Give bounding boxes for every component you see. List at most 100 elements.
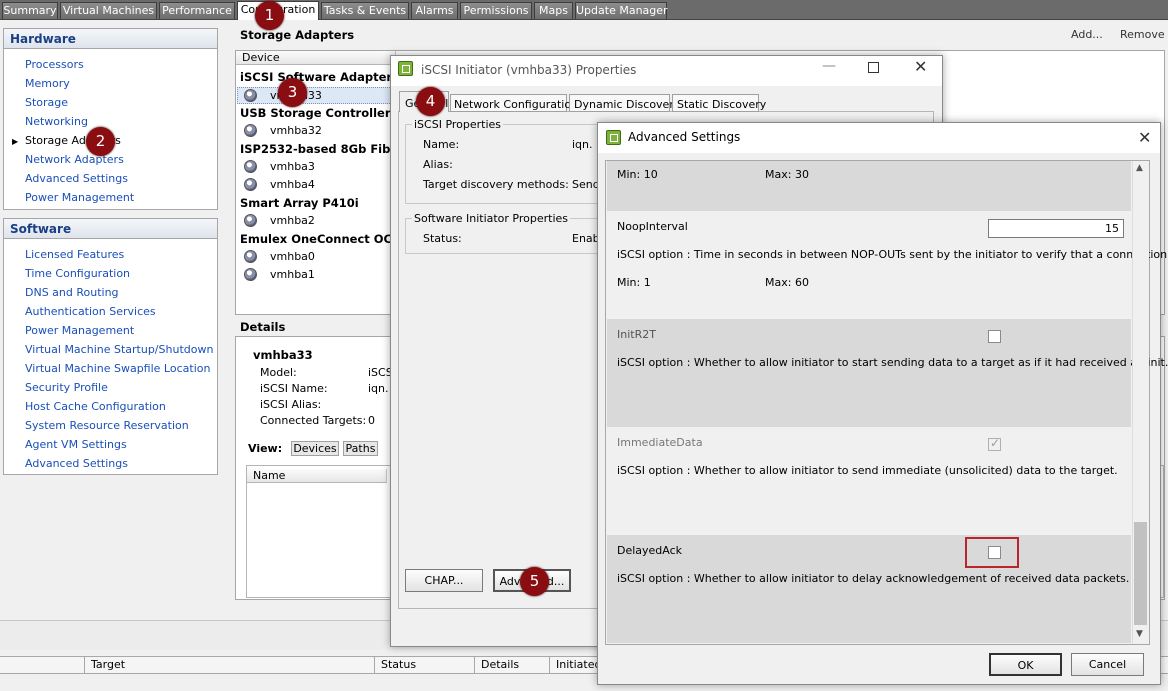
tab-update-manager[interactable]: Update Manager	[575, 2, 668, 19]
delayedack-name: DelayedAck	[617, 544, 683, 557]
noopinterval-input[interactable]: 15	[988, 219, 1124, 238]
details-iscsi-alias-label: iSCSI Alias:	[260, 398, 322, 411]
software-header: Software	[4, 219, 217, 239]
minimize-icon[interactable]: —	[822, 58, 836, 74]
nav-storage[interactable]: Storage	[25, 96, 68, 109]
initr2t-name: InitR2T	[617, 328, 656, 341]
add-link[interactable]: Add...	[1071, 28, 1103, 41]
col-blank[interactable]	[0, 657, 85, 673]
nav-sw-power-management[interactable]: Power Management	[25, 324, 134, 337]
chap-button[interactable]: CHAP...	[405, 569, 483, 592]
delayedack-desc: iSCSI option : Whether to allow initiato…	[617, 572, 1130, 585]
immediatedata-name: ImmediateData	[617, 436, 703, 449]
nav-authentication-services[interactable]: Authentication Services	[25, 305, 156, 318]
scroll-up-icon[interactable]: ▲	[1136, 163, 1143, 173]
col-device[interactable]: Device	[236, 51, 396, 65]
details-connected-targets-value: 0	[368, 414, 375, 427]
noopinterval-max: Max: 60	[765, 276, 809, 289]
nav-system-resource-reservation[interactable]: System Resource Reservation	[25, 419, 189, 432]
nav-vm-swapfile-location[interactable]: Virtual Machine Swapfile Location	[25, 362, 210, 375]
details-model-value: iSCS	[368, 366, 393, 379]
iscsi-window-titlebar: iSCSI Initiator (vmhba33) Properties	[391, 56, 942, 86]
nav-agent-vm-settings[interactable]: Agent VM Settings	[25, 438, 127, 451]
nav-hw-advanced-settings[interactable]: Advanced Settings	[25, 172, 128, 185]
first-max: Max: 30	[765, 168, 809, 181]
device-vmhba3[interactable]: vmhba3	[270, 160, 315, 173]
details-iscsi-name-label: iSCSI Name:	[260, 382, 328, 395]
setting-row-first	[607, 161, 1131, 211]
initr2t-checkbox[interactable]	[988, 330, 1001, 343]
callout-5: 5	[520, 567, 549, 596]
tab-network-configuration[interactable]: Network Configuration	[450, 94, 578, 112]
immediatedata-checkbox[interactable]	[988, 436, 1001, 451]
nav-sw-advanced-settings[interactable]: Advanced Settings	[25, 457, 128, 470]
initr2t-desc: iSCSI option : Whether to allow initiato…	[617, 356, 1168, 369]
tab-static-discovery[interactable]: Static Discovery	[672, 94, 766, 112]
delayedack-checkbox[interactable]	[988, 546, 1001, 559]
details-title: Details	[240, 320, 286, 334]
iscsi-name-label: Name:	[423, 138, 460, 151]
scrollbar-thumb[interactable]	[1134, 522, 1147, 625]
close-icon[interactable]: ✕	[914, 57, 927, 76]
iscsi-alias-label: Alias:	[423, 158, 453, 171]
device-vmhba0[interactable]: vmhba0	[270, 250, 315, 263]
tab-permissions[interactable]: Permissions	[460, 2, 532, 19]
callout-3: 3	[278, 78, 307, 107]
adapter-group-smart-array: Smart Array P410i	[240, 196, 359, 210]
nav-host-cache-configuration[interactable]: Host Cache Configuration	[25, 400, 166, 413]
hba-icon	[244, 160, 257, 173]
nav-licensed-features[interactable]: Licensed Features	[25, 248, 124, 261]
status-label: Status:	[423, 232, 462, 245]
hba-icon	[244, 268, 257, 281]
status-value: Enab	[572, 232, 600, 245]
col-status[interactable]: Status	[375, 657, 475, 673]
device-vmhba32[interactable]: vmhba32	[270, 124, 322, 137]
nav-security-profile[interactable]: Security Profile	[25, 381, 108, 394]
tab-virtual-machines[interactable]: Virtual Machines	[60, 2, 157, 19]
noopinterval-desc: iSCSI option : Time in seconds in betwee…	[617, 248, 1168, 261]
selected-arrow-icon: ▶	[12, 137, 19, 146]
maximize-icon[interactable]	[868, 62, 879, 73]
tab-dynamic-discovery[interactable]: Dynamic Discovery	[569, 94, 680, 112]
col-initiated[interactable]: Initiated	[550, 657, 601, 673]
discovery-methods-label: Target discovery methods:	[423, 178, 569, 191]
scroll-down-icon[interactable]: ▼	[1136, 629, 1143, 639]
tab-maps[interactable]: Maps	[534, 2, 573, 19]
advanced-close-icon[interactable]: ✕	[1138, 128, 1151, 147]
nav-vm-startup-shutdown[interactable]: Virtual Machine Startup/Shutdown	[25, 343, 213, 356]
nav-dns-routing[interactable]: DNS and Routing	[25, 286, 119, 299]
cancel-button[interactable]: Cancel	[1071, 653, 1144, 676]
noopinterval-min: Min: 1	[617, 276, 651, 289]
nav-processors[interactable]: Processors	[25, 58, 84, 71]
main-tab-bar: Summary Virtual Machines Performance Con…	[0, 0, 1168, 20]
callout-4: 4	[416, 87, 445, 116]
tab-performance[interactable]: Performance	[159, 2, 235, 19]
nav-networking[interactable]: Networking	[25, 115, 88, 128]
device-vmhba4[interactable]: vmhba4	[270, 178, 315, 191]
nav-time-configuration[interactable]: Time Configuration	[25, 267, 130, 280]
col-name[interactable]: Name	[247, 469, 387, 483]
tab-summary[interactable]: Summary	[2, 2, 58, 19]
noopinterval-name: NoopInterval	[617, 220, 688, 233]
hba-icon	[244, 124, 257, 137]
advanced-window-title: Advanced Settings	[628, 130, 741, 144]
ok-button[interactable]: OK	[989, 653, 1062, 676]
device-vmhba2[interactable]: vmhba2	[270, 214, 315, 227]
iscsi-window-title: iSCSI Initiator (vmhba33) Properties	[421, 63, 637, 77]
nav-network-adapters[interactable]: Network Adapters	[25, 153, 124, 166]
remove-link[interactable]: Remove	[1120, 28, 1165, 41]
tab-tasks-events[interactable]: Tasks & Events	[321, 2, 409, 19]
nav-hw-power-management[interactable]: Power Management	[25, 191, 134, 204]
iscsi-properties-group-label: iSCSI Properties	[412, 118, 504, 131]
hba-icon	[244, 178, 257, 191]
tab-alarms[interactable]: Alarms	[411, 2, 458, 19]
nav-memory[interactable]: Memory	[25, 77, 70, 90]
view-devices-button[interactable]: Devices	[291, 441, 339, 456]
callout-1: 1	[255, 1, 284, 30]
device-vmhba1[interactable]: vmhba1	[270, 268, 315, 281]
advanced-window-titlebar: Advanced Settings	[598, 123, 1160, 153]
view-paths-button[interactable]: Paths	[343, 441, 378, 456]
col-details[interactable]: Details	[475, 657, 550, 673]
col-target[interactable]: Target	[85, 657, 375, 673]
immediatedata-desc: iSCSI option : Whether to allow initiato…	[617, 464, 1118, 477]
